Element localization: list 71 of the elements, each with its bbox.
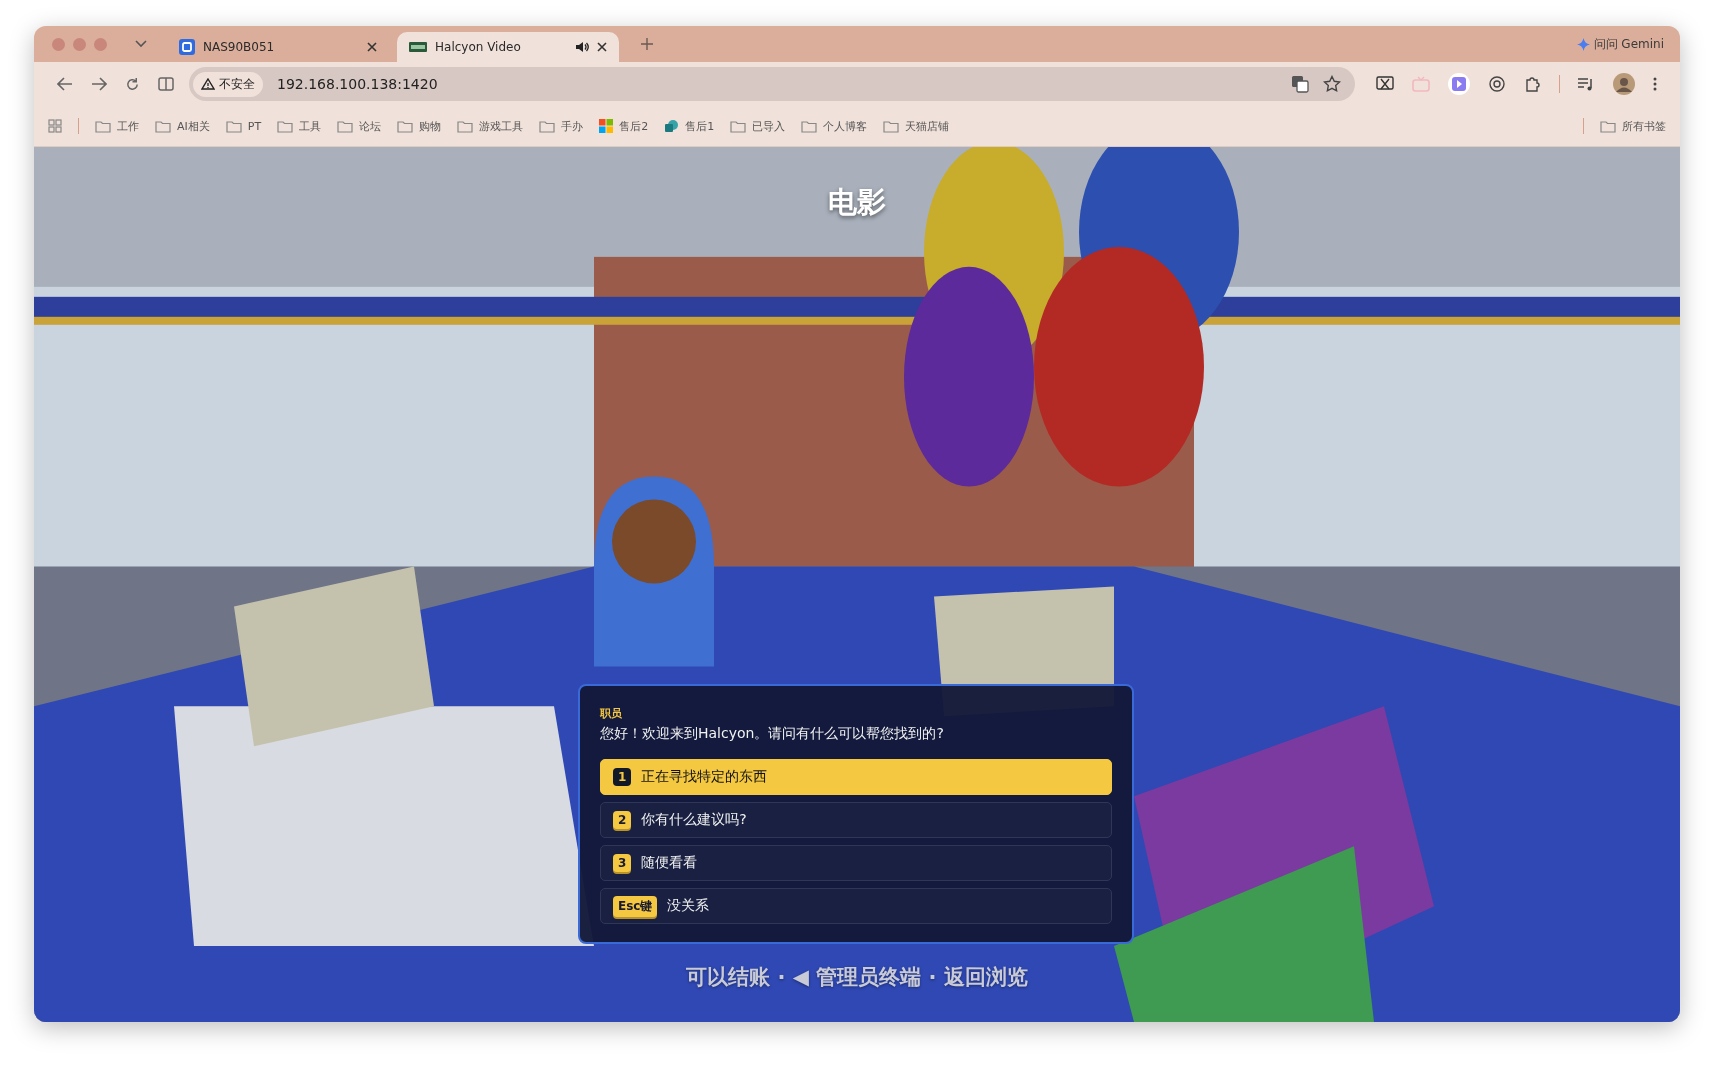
option-label: 没关系 [667, 897, 710, 915]
key-badge: 2 [613, 811, 632, 829]
bookmark[interactable]: 手办 [539, 118, 584, 134]
reload-icon[interactable] [125, 76, 140, 92]
all-bookmarks[interactable]: 所有书签 [1600, 118, 1666, 134]
key-badge: Esc键 [613, 895, 658, 917]
folder-icon [1600, 119, 1616, 133]
bookmark[interactable]: 已导入 [730, 118, 786, 134]
folder-icon [95, 119, 111, 133]
key-badge: 3 [613, 854, 632, 872]
option-label: 随便看看 [641, 854, 698, 872]
location-title: 电影 [828, 184, 886, 221]
folder-icon [397, 119, 414, 133]
star-icon[interactable] [1323, 75, 1341, 93]
key-badge: 1 [613, 768, 632, 786]
video-strip-icon [409, 42, 427, 52]
folder-icon [155, 119, 171, 133]
folder-icon [730, 119, 747, 133]
address-bar[interactable]: 不安全 192.168.100.138:1420 [189, 67, 1355, 101]
back-icon[interactable] [57, 77, 73, 91]
folder-icon [277, 119, 294, 133]
bookmark[interactable]: 售后1 [664, 118, 715, 134]
avatar-icon[interactable] [1613, 73, 1635, 95]
forward-icon[interactable] [91, 77, 107, 91]
bookmark[interactable]: 工作 [95, 118, 139, 134]
extensions-icon[interactable] [1524, 75, 1542, 93]
split-view-icon[interactable] [158, 76, 174, 92]
bookmark[interactable]: 论坛 [337, 118, 382, 134]
new-tab-icon[interactable] [641, 38, 653, 50]
apps-icon[interactable] [48, 119, 62, 133]
option-label: 你有什么建议吗? [641, 811, 747, 829]
speaker-icon[interactable] [575, 41, 589, 53]
controls-hint: 可以结账 · ◀ 管理员终端 · 返回浏览 [686, 964, 1028, 991]
gemini-button[interactable]: 问问 Gemini [1576, 35, 1664, 53]
bookmark[interactable]: PT [225, 119, 262, 133]
dialog-option[interactable]: 2 你有什么建议吗? [600, 802, 1112, 838]
folder-icon [457, 119, 474, 133]
close-tab-icon[interactable] [367, 42, 377, 52]
folder-icon [539, 119, 556, 133]
bookmark[interactable]: 购物 [397, 118, 442, 134]
speaker-name: 职员 [600, 706, 623, 721]
folder-icon [883, 119, 900, 133]
dialog-option[interactable]: 1 正在寻找特定的东西 [600, 759, 1112, 795]
folder-icon [801, 119, 818, 133]
dialog-message: 您好！欢迎来到Halcyon。请问有什么可以帮您找到的? [600, 725, 945, 743]
url-text: 192.168.100.138:1420 [277, 76, 438, 92]
playlist-icon[interactable] [1577, 76, 1595, 92]
play-extension-icon[interactable] [1448, 73, 1470, 95]
app-icon [664, 118, 680, 134]
bookmark[interactable]: 售后2 [599, 118, 649, 134]
menu-icon[interactable] [1653, 77, 1657, 91]
bookmark[interactable]: AI相关 [155, 118, 210, 134]
folder-icon [225, 119, 242, 133]
tab-list-icon[interactable] [135, 40, 147, 48]
security-chip[interactable]: 不安全 [193, 71, 263, 97]
dialog-option[interactable]: 3 随便看看 [600, 845, 1112, 881]
bookmark[interactable]: 游戏工具 [457, 118, 524, 134]
tiles-icon [599, 119, 614, 133]
bookmark[interactable]: 个人博客 [801, 118, 868, 134]
bookmark[interactable]: 天猫店铺 [883, 118, 950, 134]
translate-icon[interactable] [1291, 75, 1309, 93]
app-icon [179, 39, 195, 55]
warning-icon [201, 78, 215, 90]
folder-icon [337, 119, 354, 133]
close-tab-icon[interactable] [597, 42, 607, 52]
option-label: 正在寻找特定的东西 [641, 768, 768, 786]
browser-tab[interactable]: NAS90B051 [167, 32, 389, 62]
dialog-option[interactable]: Esc键 没关系 [600, 888, 1112, 924]
browser-tab[interactable]: Halcyon Video [397, 32, 619, 62]
bookmark[interactable]: 工具 [277, 118, 322, 134]
sparkle-icon [1576, 37, 1590, 51]
